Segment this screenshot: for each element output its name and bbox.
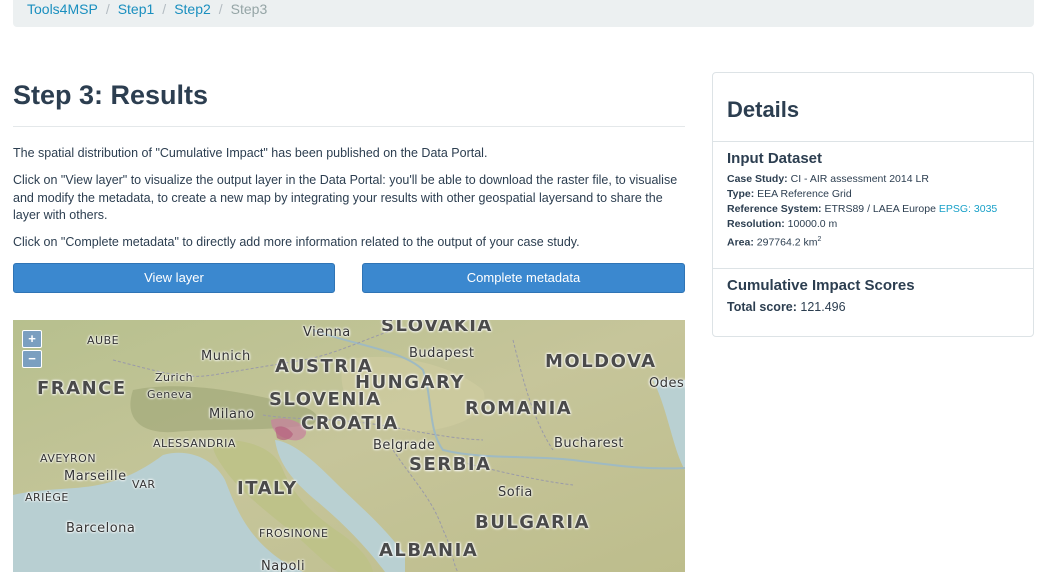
map-label-barcelona: Barcelona — [66, 521, 136, 536]
map-label-alessandria: ALESSANDRIA — [153, 437, 236, 450]
map-label-var: VAR — [132, 478, 156, 491]
scores-section: Cumulative Impact Scores Total score: 12… — [713, 269, 1033, 316]
result-map[interactable]: + − AUBE FRANCE Zurich Geneva Munich Vie… — [13, 320, 685, 572]
resolution-label: Resolution: — [727, 218, 785, 230]
map-label-aveyron: AVEYRON — [40, 452, 97, 465]
total-score-label: Total score: — [727, 300, 797, 314]
breadcrumb-current-step3: Step3 — [230, 1, 268, 17]
map-label-albania: ALBANIA — [379, 540, 479, 561]
details-panel: Details Input Dataset Case Study: CI - A… — [712, 72, 1034, 337]
map-label-vienna: Vienna — [303, 325, 351, 340]
map-label-geneva: Geneva — [147, 388, 193, 401]
total-score-value: 121.496 — [800, 300, 846, 314]
map-label-aube: AUBE — [87, 334, 120, 347]
map-label-moldova: MOLDOVA — [545, 351, 657, 372]
map-label-slovenia: SLOVENIA — [269, 389, 382, 410]
map-label-serbia: SERBIA — [409, 454, 492, 475]
input-dataset-section: Input Dataset Case Study: CI - AIR asses… — [713, 142, 1033, 269]
resolution-row: Resolution: 10000.0 m — [727, 217, 1033, 232]
map-label-napoli: Napoli — [261, 559, 306, 572]
map-label-bulgaria: BULGARIA — [475, 512, 590, 533]
breadcrumb-item-step1[interactable]: Step1 — [118, 1, 155, 17]
case-study-value: CI - AIR assessment 2014 LR — [790, 173, 929, 185]
map-label-france: FRANCE — [37, 378, 127, 399]
breadcrumb-separator: / — [162, 1, 167, 17]
case-study-row: Case Study: CI - AIR assessment 2014 LR — [727, 172, 1033, 187]
case-study-label: Case Study: — [727, 173, 788, 185]
total-score-row: Total score: 121.496 — [727, 299, 1033, 316]
breadcrumb-separator: / — [218, 1, 223, 17]
breadcrumb: Tools4MSP / Step1 / Step2 / Step3 — [13, 0, 1034, 27]
breadcrumb-separator: / — [105, 1, 110, 17]
map-label-budapest: Budapest — [409, 346, 475, 361]
map-label-bucharest: Bucharest — [554, 436, 624, 451]
main-content: Step 3: Results The spatial distribution… — [13, 72, 685, 293]
map-label-odessa: Odess — [649, 376, 685, 391]
map-label-ariege: ARIÈGE — [25, 491, 69, 504]
breadcrumb-item-tools4msp[interactable]: Tools4MSP — [27, 1, 98, 17]
map-label-croatia: CROATIA — [301, 413, 399, 434]
type-label: Type: — [727, 188, 755, 200]
type-value: EEA Reference Grid — [757, 188, 852, 200]
area-unit-superscript: 2 — [817, 236, 822, 243]
map-label-slovakia: SLOVAKIA — [381, 320, 493, 336]
reference-system-row: Reference System: ETRS89 / LAEA Europe E… — [727, 202, 1033, 217]
map-label-milano: Milano — [209, 407, 255, 422]
reference-system-value: ETRS89 / LAEA Europe — [824, 203, 936, 215]
view-layer-button[interactable]: View layer — [13, 263, 335, 293]
details-header: Details — [713, 73, 1033, 142]
published-message: The spatial distribution of "Cumulative … — [13, 146, 488, 160]
input-dataset-heading: Input Dataset — [727, 150, 823, 167]
breadcrumb-item-step2[interactable]: Step2 — [174, 1, 211, 17]
map-label-belgrade: Belgrade — [373, 438, 436, 453]
area-row: Area: 297764.2 km2 — [727, 232, 1033, 251]
map-zoom-in-button[interactable]: + — [22, 330, 42, 348]
type-row: Type: EEA Reference Grid — [727, 187, 1033, 202]
resolution-value: 10000.0 m — [787, 218, 838, 230]
view-layer-instructions: Click on "View layer" to visualize the o… — [13, 173, 678, 222]
epsg-link[interactable]: EPSG: 3035 — [939, 203, 997, 215]
reference-system-label: Reference System: — [727, 203, 822, 215]
complete-metadata-button[interactable]: Complete metadata — [362, 263, 685, 293]
complete-metadata-instructions: Click on "Complete metadata" to directly… — [13, 235, 580, 249]
map-label-frosinone: FROSINONE — [259, 527, 329, 540]
area-label: Area: — [727, 236, 754, 249]
map-label-marseille: Marseille — [64, 469, 127, 484]
page-title: Step 3: Results — [13, 72, 685, 127]
map-label-munich: Munich — [201, 349, 251, 364]
details-title: Details — [727, 97, 800, 122]
map-label-romania: ROMANIA — [465, 398, 573, 419]
scores-heading: Cumulative Impact Scores — [727, 277, 915, 294]
map-zoom-out-button[interactable]: − — [22, 350, 42, 368]
map-label-sofia: Sofia — [498, 485, 533, 500]
map-label-zurich: Zurich — [155, 371, 194, 384]
area-value: 297764.2 km — [756, 236, 818, 249]
map-label-italy: ITALY — [237, 478, 298, 499]
